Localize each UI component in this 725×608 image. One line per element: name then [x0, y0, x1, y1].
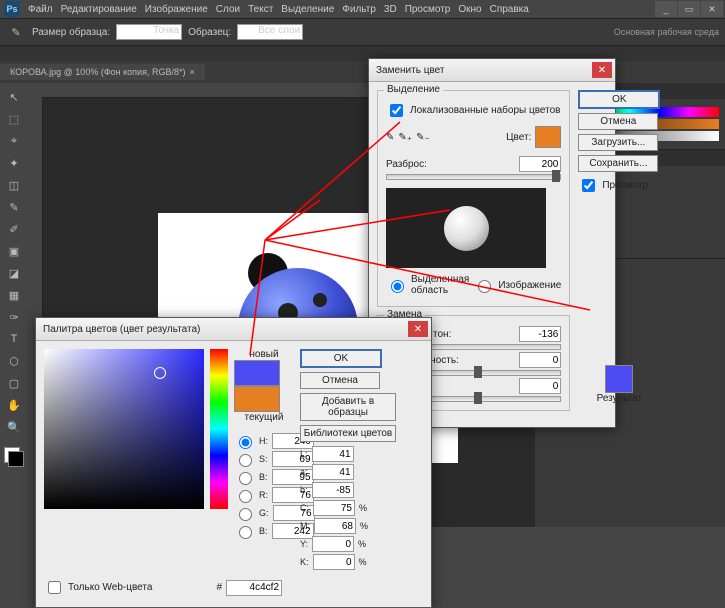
- sample-label: Образец:: [188, 27, 231, 38]
- hex-input[interactable]: [226, 580, 282, 596]
- menu-text[interactable]: Текст: [248, 4, 273, 15]
- document-tab[interactable]: КОРОВА.jpg @ 100% (Фон копия, RGB/8*)×: [0, 64, 205, 80]
- eyedropper-tool-icon[interactable]: ✎: [4, 197, 24, 217]
- menu-window[interactable]: Окно: [458, 4, 481, 15]
- eyedropper-plus-icon[interactable]: ✎₊: [398, 132, 412, 143]
- menu-help[interactable]: Справка: [490, 4, 529, 15]
- menu-select[interactable]: Выделение: [281, 4, 334, 15]
- stamp-tool-icon[interactable]: ▣: [4, 241, 24, 261]
- b-radio[interactable]: [239, 472, 252, 485]
- eyedropper-minus-icon[interactable]: ✎₋: [416, 132, 430, 143]
- new-color-swatch[interactable]: [234, 360, 280, 386]
- minimize-icon[interactable]: _: [655, 1, 677, 17]
- new-color-label: новый: [234, 349, 294, 360]
- dialog-title: Заменить цвет: [376, 65, 444, 76]
- localized-checkbox[interactable]: [390, 104, 403, 117]
- light-input[interactable]: [519, 378, 561, 394]
- sample-size-select[interactable]: Точка: [116, 24, 182, 40]
- picker-cancel-button[interactable]: Отмена: [300, 372, 380, 389]
- menu-edit[interactable]: Редактирование: [61, 4, 137, 15]
- dialog-close-icon[interactable]: ✕: [592, 62, 612, 78]
- lasso-tool-icon[interactable]: ⌖: [4, 131, 24, 151]
- source-color-swatch[interactable]: [535, 126, 561, 148]
- hue-strip[interactable]: [210, 349, 228, 509]
- save-button[interactable]: Сохранить...: [578, 155, 658, 172]
- m-input[interactable]: [314, 518, 356, 534]
- selection-radio[interactable]: [391, 280, 404, 293]
- fuzziness-slider[interactable]: [386, 174, 561, 180]
- selection-radio-label: Выделенная область: [411, 274, 469, 296]
- eraser-tool-icon[interactable]: ◪: [4, 263, 24, 283]
- tab-close-icon[interactable]: ×: [189, 67, 194, 77]
- color-libraries-button[interactable]: Библиотеки цветов: [300, 425, 396, 442]
- maximize-icon[interactable]: ▭: [678, 1, 700, 17]
- color-picker-dialog: Палитра цветов (цвет результата) ✕ новый…: [35, 317, 432, 608]
- selection-group-label: Выделение: [384, 84, 443, 95]
- ok-button[interactable]: OK: [578, 90, 660, 109]
- hand-tool-icon[interactable]: ✋: [4, 395, 24, 415]
- web-only-label: Только Web-цвета: [68, 582, 152, 593]
- pen-tool-icon[interactable]: ✑: [4, 307, 24, 327]
- app-logo: Ps: [4, 1, 20, 17]
- gradient-tool-icon[interactable]: ▦: [4, 285, 24, 305]
- lab-b-input[interactable]: [312, 482, 354, 498]
- text-tool-icon[interactable]: T: [4, 329, 24, 349]
- localized-label: Локализованные наборы цветов: [410, 105, 560, 116]
- sample-select[interactable]: Все слои: [237, 24, 303, 40]
- a-input[interactable]: [312, 464, 354, 480]
- color-field[interactable]: [44, 349, 204, 509]
- menu-file[interactable]: Файл: [28, 4, 53, 15]
- result-label: Результат: [578, 393, 660, 404]
- workspace-label[interactable]: Основная рабочая среда: [614, 27, 719, 37]
- k-input[interactable]: [313, 554, 355, 570]
- hue-input[interactable]: [519, 326, 561, 342]
- result-color-swatch[interactable]: [605, 365, 633, 393]
- image-radio[interactable]: [478, 280, 491, 293]
- menu-filter[interactable]: Фильтр: [342, 4, 376, 15]
- shape-tool-icon[interactable]: ▢: [4, 373, 24, 393]
- picker-close-icon[interactable]: ✕: [408, 321, 428, 337]
- menu-view[interactable]: Просмотр: [405, 4, 451, 15]
- fuzziness-label: Разброс:: [386, 159, 427, 170]
- close-icon[interactable]: ✕: [701, 1, 723, 17]
- menu-layers[interactable]: Слои: [216, 4, 240, 15]
- path-tool-icon[interactable]: ⬡: [4, 351, 24, 371]
- preview-label: Просмотр: [602, 180, 648, 191]
- brush-tool-icon[interactable]: ✐: [4, 219, 24, 239]
- c-input[interactable]: [313, 500, 355, 516]
- eyedropper-icon: ✎: [6, 22, 26, 42]
- preview-checkbox[interactable]: [582, 179, 595, 192]
- picker-title: Палитра цветов (цвет результата): [43, 324, 200, 335]
- eyedropper-icon[interactable]: ✎: [386, 132, 394, 143]
- menu-3d[interactable]: 3D: [384, 4, 397, 15]
- move-tool-icon[interactable]: ↖: [4, 87, 24, 107]
- web-only-checkbox[interactable]: [48, 581, 61, 594]
- y-input[interactable]: [312, 536, 354, 552]
- wand-tool-icon[interactable]: ✦: [4, 153, 24, 173]
- sample-size-label: Размер образца:: [32, 27, 110, 38]
- b2-radio[interactable]: [239, 526, 252, 539]
- image-radio-label: Изображение: [498, 280, 561, 291]
- current-color-label: текущий: [234, 412, 294, 423]
- crop-tool-icon[interactable]: ◫: [4, 175, 24, 195]
- g-radio[interactable]: [239, 508, 252, 521]
- marquee-tool-icon[interactable]: ⬚: [4, 109, 24, 129]
- add-swatch-button[interactable]: Добавить в образцы: [300, 393, 396, 421]
- zoom-tool-icon[interactable]: 🔍: [4, 417, 24, 437]
- s-radio[interactable]: [239, 454, 252, 467]
- r-radio[interactable]: [239, 490, 252, 503]
- color-swatch[interactable]: [4, 447, 24, 467]
- picker-ok-button[interactable]: OK: [300, 349, 382, 368]
- menu-image[interactable]: Изображение: [145, 4, 208, 15]
- selection-preview: [386, 188, 546, 268]
- h-radio[interactable]: [239, 436, 252, 449]
- cancel-button[interactable]: Отмена: [578, 113, 658, 130]
- load-button[interactable]: Загрузить...: [578, 134, 658, 151]
- l-input[interactable]: [312, 446, 354, 462]
- color-label: Цвет:: [506, 132, 531, 143]
- current-color-swatch[interactable]: [234, 386, 280, 412]
- sat-input[interactable]: [519, 352, 561, 368]
